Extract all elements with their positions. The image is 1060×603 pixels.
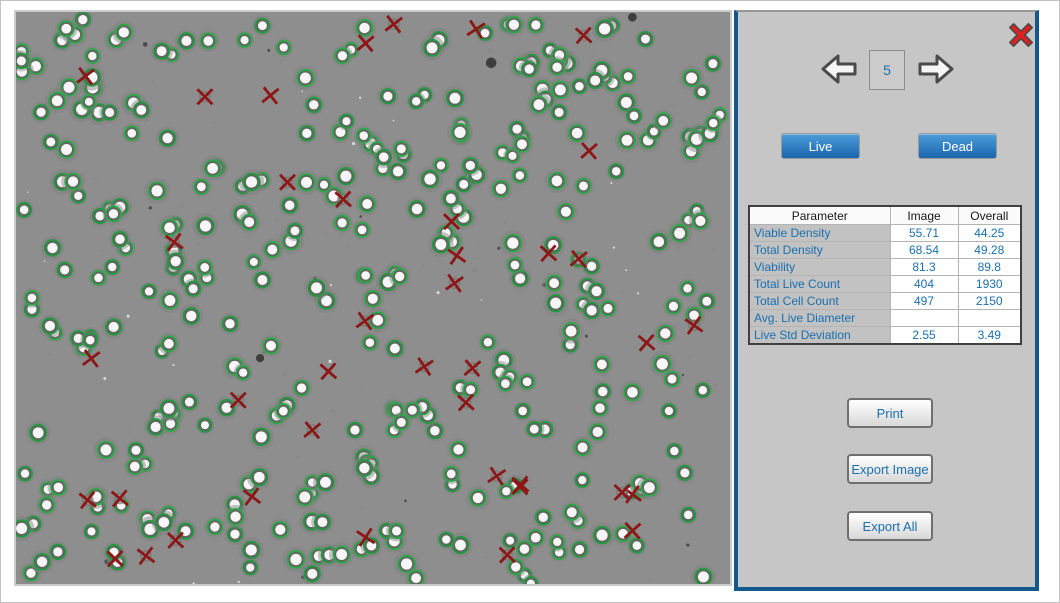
value-cell: 68.54 [890, 242, 958, 259]
stats-table-body: Viable Density55.7144.25Total Density68.… [749, 225, 1021, 345]
print-button[interactable]: Print [847, 398, 933, 428]
arrow-left-icon[interactable] [821, 52, 857, 86]
param-cell: Total Density [749, 242, 890, 259]
export-all-button[interactable]: Export All [847, 511, 933, 541]
value-cell: 497 [890, 293, 958, 310]
live-button[interactable]: Live [781, 133, 860, 159]
header-parameter: Parameter [749, 206, 890, 225]
header-image: Image [890, 206, 958, 225]
value-cell: 1930 [958, 276, 1021, 293]
page-number-field[interactable]: 5 [869, 50, 905, 90]
close-icon[interactable] [1009, 23, 1033, 47]
statistics-table: Parameter Image Overall Viable Density55… [748, 205, 1022, 345]
param-cell: Viability [749, 259, 890, 276]
value-cell: 49.28 [958, 242, 1021, 259]
param-cell: Total Cell Count [749, 293, 890, 310]
value-cell: 3.49 [958, 327, 1021, 345]
table-row: Total Live Count4041930 [749, 276, 1021, 293]
header-overall: Overall [958, 206, 1021, 225]
value-cell: 2.55 [890, 327, 958, 345]
value-cell: 81.3 [890, 259, 958, 276]
param-cell: Viable Density [749, 225, 890, 242]
param-cell: Total Live Count [749, 276, 890, 293]
arrow-right-icon[interactable] [918, 52, 954, 86]
app-window: 5 Live Dead Parameter Image Overall Viab… [0, 0, 1060, 603]
table-row: Total Cell Count4972150 [749, 293, 1021, 310]
value-cell: 55.71 [890, 225, 958, 242]
table-row: Total Density68.5449.28 [749, 242, 1021, 259]
param-cell: Avg. Live Diameter [749, 310, 890, 327]
microscopy-svg [16, 12, 730, 584]
table-row: Avg. Live Diameter [749, 310, 1021, 327]
dead-button[interactable]: Dead [918, 133, 997, 159]
control-panel: 5 Live Dead Parameter Image Overall Viab… [734, 10, 1039, 591]
value-cell: 44.25 [958, 225, 1021, 242]
table-row: Viability81.389.8 [749, 259, 1021, 276]
microscopy-image[interactable] [14, 10, 732, 586]
value-cell: 404 [890, 276, 958, 293]
param-cell: Live Std Deviation [749, 327, 890, 345]
export-image-button[interactable]: Export Image [847, 454, 933, 484]
value-cell [890, 310, 958, 327]
value-cell [958, 310, 1021, 327]
table-header-row: Parameter Image Overall [749, 206, 1021, 225]
table-row: Live Std Deviation2.553.49 [749, 327, 1021, 345]
table-row: Viable Density55.7144.25 [749, 225, 1021, 242]
value-cell: 89.8 [958, 259, 1021, 276]
value-cell: 2150 [958, 293, 1021, 310]
